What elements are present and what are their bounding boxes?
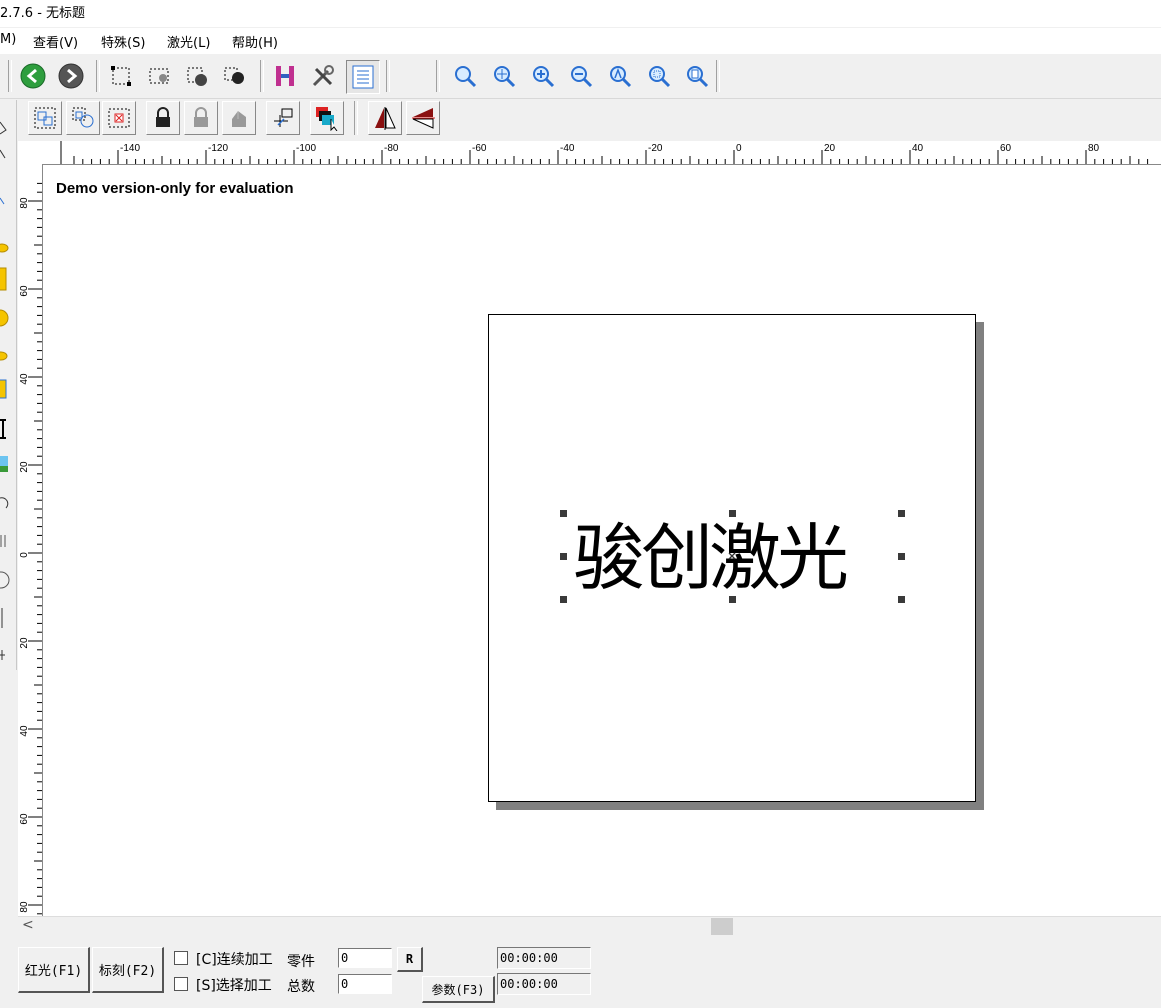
drawing-canvas[interactable]: Demo version-only for evaluation 骏创激光 <box>43 165 1161 916</box>
total-time: 00:00:00 <box>497 973 591 995</box>
continuous-label: [C]连续加工 <box>196 952 273 968</box>
vertical-ruler: 80 60 40 20 0 20 40 60 80 <box>18 164 43 916</box>
ruler-label: 60 <box>19 813 30 825</box>
horizontal-scrollbar[interactable]: < <box>18 916 1161 937</box>
select-process-label: [S]选择加工 <box>196 978 272 994</box>
title-bar: 2.7.6 - 无标题 <box>0 0 1161 27</box>
ruler-label: 20 <box>19 461 30 473</box>
mirror-vertical-icon[interactable] <box>406 101 440 135</box>
menu-item-laser[interactable]: 激光(L) <box>167 32 210 51</box>
zoom-pan-icon[interactable] <box>489 61 519 91</box>
selection-handle[interactable] <box>560 553 567 560</box>
mirror-horizontal-icon[interactable] <box>368 101 402 135</box>
ruler-label: 0 <box>736 143 742 154</box>
forward-icon[interactable] <box>56 61 86 91</box>
select-process-checkbox[interactable] <box>174 977 188 991</box>
ruler-label: 80 <box>19 197 30 209</box>
select-box-icon[interactable] <box>102 101 136 135</box>
center-marker-icon <box>728 552 736 560</box>
elapsed-time: 00:00:00 <box>497 947 591 969</box>
ruler-label: -20 <box>648 143 663 154</box>
draw-toolbar <box>0 100 17 670</box>
total-field[interactable]: 0 <box>338 974 392 994</box>
selection-handle[interactable] <box>898 553 905 560</box>
window-title: 2.7.6 - 无标题 <box>0 6 86 21</box>
params-button[interactable]: 参数(F3) <box>422 976 495 1003</box>
ruler-label: 60 <box>1000 143 1012 154</box>
ruler-label: 40 <box>19 725 30 737</box>
selection-handle[interactable] <box>560 510 567 517</box>
ruler-label: 20 <box>19 637 30 649</box>
array-icon[interactable] <box>310 101 344 135</box>
zoom-all-icon[interactable] <box>605 61 635 91</box>
unlock-icon[interactable] <box>184 101 218 135</box>
parts-label: 零件 <box>287 954 315 970</box>
ruler-label: -40 <box>560 143 575 154</box>
tools-icon[interactable] <box>308 61 338 91</box>
node-edit-icon[interactable] <box>106 61 136 91</box>
scroll-left-icon[interactable]: < <box>22 917 34 933</box>
unlock-all-icon[interactable] <box>222 101 256 135</box>
ruler-label: 20 <box>824 143 836 154</box>
zoom-icon[interactable] <box>450 61 480 91</box>
menu-bar: M) 查看(V) 特殊(S) 激光(L) 帮助(H) <box>0 28 1161 54</box>
scroll-thumb[interactable] <box>711 918 733 935</box>
selection-handle[interactable] <box>898 596 905 603</box>
ruler-label: 60 <box>19 285 30 297</box>
hatch-icon[interactable] <box>270 61 300 91</box>
parts-field[interactable]: 0 <box>338 948 392 968</box>
workpiece-area[interactable]: 骏创激光 <box>488 314 976 802</box>
zoom-out-icon[interactable] <box>566 61 596 91</box>
control-bar: 红光(F1) 标刻(F2) [C]连续加工 [S]选择加工 零件 总数 0 0 … <box>0 937 1161 1008</box>
selection-handle[interactable] <box>898 510 905 517</box>
continuous-checkbox[interactable] <box>174 951 188 965</box>
reset-button[interactable]: R <box>397 947 423 972</box>
back-icon[interactable] <box>18 61 48 91</box>
mark-button[interactable]: 标刻(F2) <box>92 947 164 993</box>
selection-handle[interactable] <box>560 596 567 603</box>
secondary-toolbar <box>0 99 1161 139</box>
ruler-label: 40 <box>19 373 30 385</box>
selection-handle[interactable] <box>729 510 736 517</box>
node-delete-icon[interactable] <box>220 61 250 91</box>
selection-handle[interactable] <box>729 596 736 603</box>
draw-tools-icons[interactable] <box>0 100 16 670</box>
properties-icon[interactable] <box>346 60 380 94</box>
ruler-label: -140 <box>120 143 140 154</box>
ruler-label: -60 <box>472 143 487 154</box>
zoom-in-icon[interactable] <box>528 61 558 91</box>
ruler-label: 0 <box>19 552 30 558</box>
menu-item-view[interactable]: 查看(V) <box>33 32 78 51</box>
ruler-label: -120 <box>208 143 228 154</box>
menu-item-cut[interactable]: M) <box>0 32 16 47</box>
ruler-label: -100 <box>296 143 316 154</box>
ruler-label: -80 <box>384 143 399 154</box>
horizontal-ruler: -140 -120 -100 -80 -60 -40 -20 0 20 40 60 80 <box>18 141 1161 165</box>
ruler-label: 40 <box>912 143 924 154</box>
menu-item-help[interactable]: 帮助(H) <box>232 32 278 51</box>
group-icon[interactable] <box>28 101 62 135</box>
ruler-label: 80 <box>1088 143 1100 154</box>
ruler-label: 80 <box>19 901 30 913</box>
mark-text-object[interactable]: 骏创激光 <box>573 513 903 603</box>
ungroup-icon[interactable] <box>66 101 100 135</box>
move-origin-icon[interactable] <box>266 101 300 135</box>
menu-item-special[interactable]: 特殊(S) <box>101 32 145 51</box>
demo-watermark: Demo version-only for evaluation <box>56 180 294 197</box>
node-add-icon[interactable] <box>182 61 212 91</box>
lock-icon[interactable] <box>146 101 180 135</box>
main-toolbar <box>0 56 1161 99</box>
zoom-select-icon[interactable] <box>644 61 674 91</box>
node-select-icon[interactable] <box>144 61 174 91</box>
red-light-button[interactable]: 红光(F1) <box>18 947 90 993</box>
zoom-page-icon[interactable] <box>682 61 712 91</box>
total-label: 总数 <box>287 979 315 995</box>
